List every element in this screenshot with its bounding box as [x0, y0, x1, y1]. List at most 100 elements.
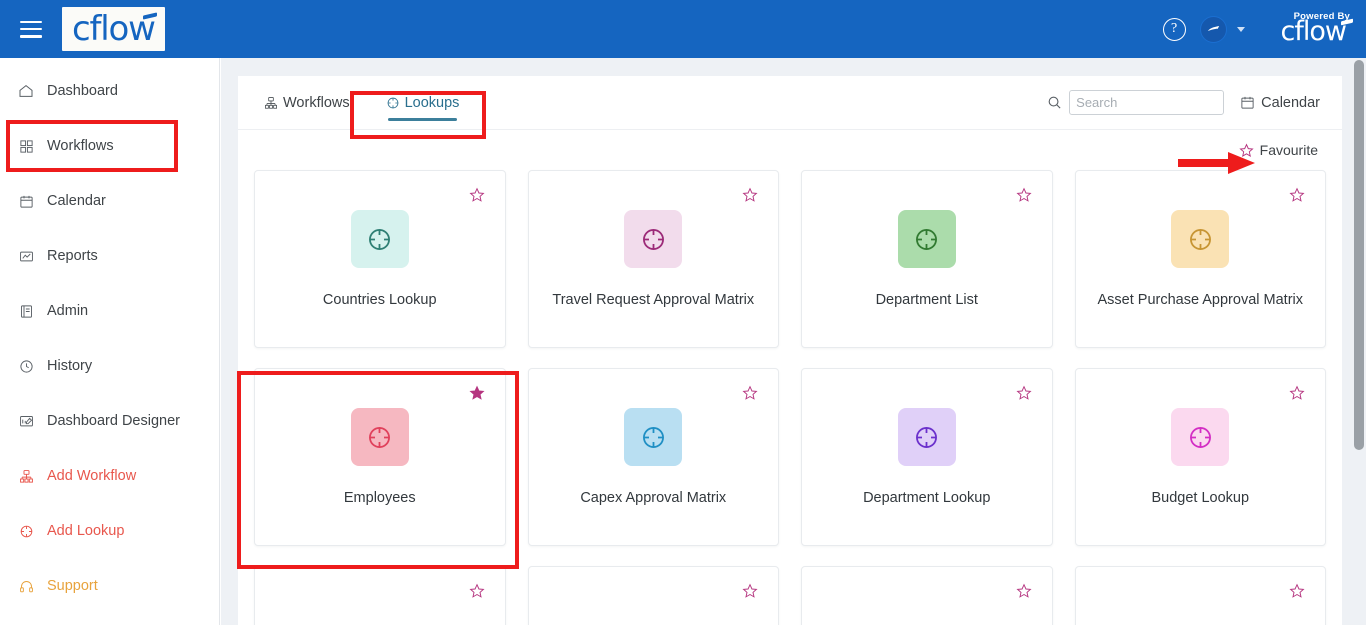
lookup-card-icon-tile	[1171, 210, 1230, 268]
star-filled-icon[interactable]	[468, 385, 485, 401]
target-icon	[642, 426, 664, 448]
star-outline-icon	[1239, 142, 1254, 157]
star-outline-icon[interactable]	[742, 385, 758, 401]
lookup-card-icon-tile	[1171, 408, 1230, 466]
star-outline-icon[interactable]	[1015, 187, 1032, 203]
lookup-card-label: Budget Lookup	[1151, 490, 1250, 506]
lookup-card[interactable]: Travel Request Approval Matrix	[527, 170, 779, 348]
target-icon	[1189, 228, 1211, 250]
lookup-card-label: Employees	[343, 490, 416, 506]
star-outline-icon[interactable]	[1289, 187, 1305, 203]
lookup-card-icon-tile	[897, 408, 956, 466]
star-outline-icon[interactable]	[468, 187, 485, 203]
target-icon	[642, 228, 664, 250]
lookup-card[interactable]: Budget Lookup	[1074, 368, 1326, 546]
star-outline-icon[interactable]	[1015, 583, 1032, 599]
search-input[interactable]	[1069, 90, 1225, 115]
favourite-filter-label: Favourite	[1259, 142, 1318, 158]
help-icon[interactable]: ?	[1162, 17, 1186, 41]
sidebar-label-dashboard-designer: Dashboard Designer	[47, 413, 180, 429]
star-outline-icon[interactable]	[468, 583, 485, 599]
sidebar-item-admin[interactable]: Admin	[0, 296, 219, 326]
lookup-card[interactable]: Department Lookup	[801, 368, 1053, 546]
lookup-card[interactable]	[801, 566, 1053, 625]
lookup-card[interactable]	[1074, 566, 1326, 625]
calendar-button-label: Calendar	[1261, 94, 1320, 111]
lookup-card-icon-tile	[624, 408, 683, 466]
app-logo-text: cflow	[72, 8, 156, 49]
main-content-area: Workflows Lookups Search Calendar Favour…	[221, 58, 1366, 625]
lookup-card[interactable]	[254, 566, 506, 625]
lookup-card[interactable]: Countries Lookup	[254, 170, 506, 348]
target-icon	[916, 426, 938, 448]
app-logo[interactable]: cflow	[62, 7, 165, 51]
chevron-down-icon[interactable]	[1236, 26, 1245, 32]
sidebar-item-dashboard[interactable]: Dashboard	[0, 76, 219, 106]
sidebar-label-support: Support	[47, 578, 98, 594]
left-sidebar: Dashboard Workflows Calendar Reports Adm…	[0, 58, 220, 625]
tab-workflows[interactable]: Workflows	[260, 76, 354, 130]
sidebar-label-add-workflow: Add Workflow	[47, 468, 137, 484]
calendar-button[interactable]: Calendar	[1240, 95, 1320, 111]
hamburger-menu-icon[interactable]	[20, 20, 42, 38]
search-area	[1047, 90, 1225, 115]
sidebar-label-admin: Admin	[47, 303, 89, 319]
lookup-card-label: Capex Approval Matrix	[580, 490, 727, 506]
tab-lookups[interactable]: Lookups	[382, 76, 464, 130]
lookup-card-grid: Countries Lookup Travel Request Approval …	[238, 170, 1342, 625]
sidebar-label-dashboard: Dashboard	[47, 83, 118, 99]
search-icon[interactable]	[1047, 95, 1062, 110]
calendar-icon	[1241, 96, 1254, 109]
star-outline-icon[interactable]	[1289, 385, 1305, 401]
lookups-panel: Workflows Lookups Search Calendar Favour…	[238, 76, 1342, 625]
star-outline-icon[interactable]	[742, 583, 758, 599]
star-outline-icon[interactable]	[742, 187, 758, 203]
lookup-card-label: Travel Request Approval Matrix	[552, 292, 755, 308]
powered-by-logo: cflow	[1281, 18, 1352, 46]
lookup-card-label: Department List	[875, 292, 978, 308]
lookup-card-label: Department Lookup	[863, 490, 991, 506]
designer-icon	[16, 414, 36, 429]
target-icon	[916, 228, 938, 250]
top-header-bar: cflow ? Powered By cflow	[0, 0, 1366, 58]
home-icon	[16, 83, 36, 99]
add-workflow-icon	[16, 469, 36, 484]
star-outline-icon[interactable]	[1289, 583, 1305, 599]
user-avatar[interactable]	[1199, 15, 1227, 43]
sidebar-item-add-workflow[interactable]: Add Workflow	[0, 461, 219, 491]
target-icon	[1189, 426, 1211, 448]
lookup-card[interactable]: Employees	[254, 368, 506, 546]
target-icon	[369, 426, 391, 448]
sidebar-label-workflows: Workflows	[47, 138, 114, 154]
lookup-card[interactable]: Department List	[801, 170, 1053, 348]
sidebar-item-reports[interactable]: Reports	[0, 241, 219, 271]
lookup-card-icon-tile	[897, 210, 956, 268]
lookup-card[interactable]: Asset Purchase Approval Matrix	[1074, 170, 1326, 348]
powered-by-block: Powered By cflow	[1281, 12, 1352, 47]
sidebar-label-add-lookup: Add Lookup	[47, 523, 125, 539]
lookup-card-label: Countries Lookup	[322, 292, 437, 308]
tab-label-lookups: Lookups	[404, 94, 460, 111]
sidebar-label-reports: Reports	[47, 248, 98, 264]
sidebar-label-calendar: Calendar	[47, 193, 106, 209]
sidebar-item-history[interactable]: History	[0, 351, 219, 381]
sidebar-item-support[interactable]: Support	[0, 571, 219, 601]
sidebar-item-workflows[interactable]: Workflows	[0, 131, 219, 161]
calendar-icon	[16, 194, 36, 209]
lookup-card-label: Asset Purchase Approval Matrix	[1097, 292, 1303, 308]
lookup-card[interactable]	[527, 566, 779, 625]
sidebar-label-history: History	[47, 358, 93, 374]
grid-icon	[16, 139, 36, 154]
favourite-filter-button[interactable]: Favourite	[1239, 142, 1318, 158]
vertical-scrollbar-thumb[interactable]	[1354, 60, 1364, 450]
clock-icon	[16, 359, 36, 374]
star-outline-icon[interactable]	[1015, 385, 1032, 401]
avatar-glyph-icon	[1207, 25, 1219, 31]
app-window: cflow ? Powered By cflow Dashboard Workf…	[0, 0, 1366, 625]
lookup-card[interactable]: Capex Approval Matrix	[527, 368, 779, 546]
sidebar-item-calendar[interactable]: Calendar	[0, 186, 219, 216]
vertical-scrollbar-track[interactable]	[1352, 58, 1366, 625]
sidebar-item-dashboard-designer[interactable]: Dashboard Designer	[0, 406, 219, 436]
sidebar-item-add-lookup[interactable]: Add Lookup	[0, 516, 219, 546]
favourite-filter-row: Favourite	[238, 130, 1342, 170]
